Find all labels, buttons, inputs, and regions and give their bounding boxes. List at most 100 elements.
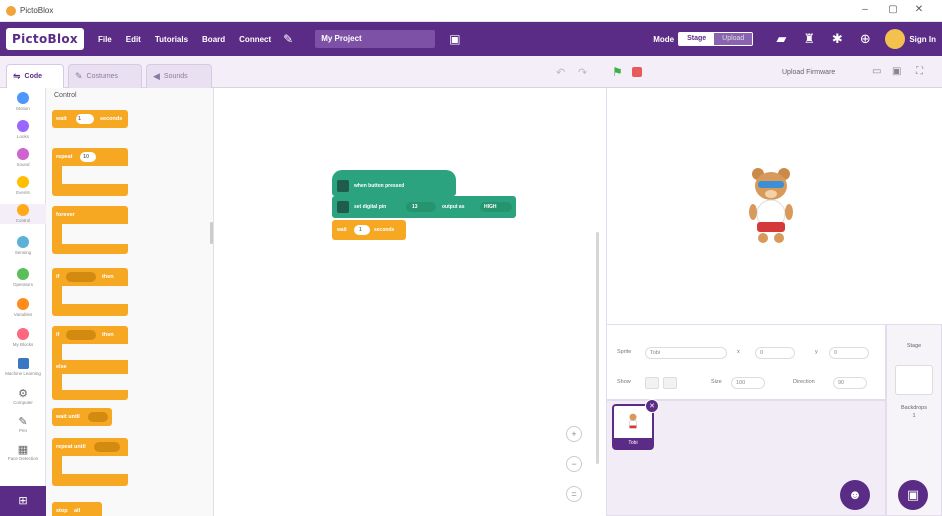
condition-slot[interactable] xyxy=(94,442,120,452)
menu-board[interactable]: Board xyxy=(202,35,225,44)
fullscreen-icon[interactable]: ⛶ xyxy=(916,66,923,77)
pen-icon[interactable]: ✎ xyxy=(283,32,293,46)
block-value: 1 xyxy=(78,116,82,122)
block-repeat-until[interactable]: repeat until xyxy=(52,438,128,486)
avatar xyxy=(885,29,906,49)
machine-learning-icon xyxy=(17,358,29,369)
menu-tutorials[interactable]: Tutorials xyxy=(155,35,188,44)
save-icon[interactable]: ▣ xyxy=(449,32,460,46)
sprite-name-label: Sprite xyxy=(617,349,632,355)
zoom-in-button[interactable]: + xyxy=(566,426,582,442)
redo-icon[interactable]: ↷ xyxy=(578,66,587,79)
maximize-button[interactable]: ▢ xyxy=(886,4,900,15)
category-my-blocks[interactable]: My Blocks xyxy=(0,328,46,348)
sprite-thumbnail[interactable]: Tobi ✕ xyxy=(612,399,659,450)
script-set-pin-block[interactable]: set digital pin 13 output as HIGH xyxy=(332,196,516,218)
stop-icon[interactable] xyxy=(632,67,642,77)
close-button[interactable]: ✕ xyxy=(912,4,926,15)
sprite-name-input[interactable]: Tobi xyxy=(645,347,727,359)
category-dot xyxy=(17,298,29,310)
extension-icon: ⊞ xyxy=(18,495,28,507)
menu-connect[interactable]: Connect xyxy=(239,35,271,44)
zoom-reset-button[interactable]: = xyxy=(566,486,582,502)
menu-file[interactable]: File xyxy=(98,35,112,44)
category-looks[interactable]: Looks xyxy=(0,120,46,140)
category-dot xyxy=(17,148,29,160)
y-label: y xyxy=(815,349,818,355)
tab-sounds[interactable]: ◀ Sounds xyxy=(146,64,212,88)
x-input[interactable]: 0 xyxy=(755,347,795,359)
category-face-detection[interactable]: ▦ Face Detection xyxy=(0,444,46,462)
large-stage-icon[interactable]: ▣ xyxy=(892,66,901,77)
size-input[interactable]: 100 xyxy=(731,377,765,389)
script-hat-block[interactable]: when button pressed xyxy=(332,170,456,196)
tab-code[interactable]: ⇋ Code xyxy=(6,64,64,88)
category-pen[interactable]: ✎ Pen xyxy=(0,416,46,434)
category-label: Events xyxy=(16,190,30,195)
bear-icon[interactable]: ♜ xyxy=(801,31,817,47)
globe-icon[interactable]: ⊕ xyxy=(857,31,873,47)
add-backdrop-button[interactable]: ▣ xyxy=(898,480,928,510)
mode-toggle[interactable]: Stage Upload xyxy=(678,32,754,46)
add-extension-button[interactable]: ⊞ xyxy=(0,486,46,516)
y-input[interactable]: 0 xyxy=(829,347,869,359)
block-label: forever xyxy=(56,212,75,218)
category-events[interactable]: Events xyxy=(0,176,46,196)
mode-stage-option[interactable]: Stage xyxy=(679,33,715,45)
editor-tab-row: ⇋ Code ✎ Costumes ◀ Sounds ↶ ↷ ⚑ Upload … xyxy=(0,56,942,88)
tobi-sprite[interactable] xyxy=(746,164,796,244)
block-slot xyxy=(62,224,128,244)
zoom-out-button[interactable]: − xyxy=(566,456,582,472)
palette-resize-handle[interactable] xyxy=(210,222,213,244)
category-variables[interactable]: Variables xyxy=(0,298,46,318)
block-suffix: seconds xyxy=(374,227,395,233)
project-name-input[interactable]: My Project xyxy=(315,30,436,48)
pin-dropdown[interactable] xyxy=(406,202,436,212)
block-if-else[interactable]: if then else xyxy=(52,326,128,400)
tab-costumes[interactable]: ✎ Costumes xyxy=(68,64,142,88)
category-label: Variables xyxy=(13,312,33,317)
category-dot xyxy=(17,92,29,104)
block-wait-until[interactable]: wait until xyxy=(52,408,112,426)
block-value: 1 xyxy=(359,227,362,233)
upload-firmware-button[interactable]: Upload Firmware xyxy=(782,69,835,76)
minimize-button[interactable]: – xyxy=(858,4,872,15)
menu-edit[interactable]: Edit xyxy=(126,35,141,44)
add-sprite-button[interactable]: ☻ xyxy=(840,480,870,510)
block-repeat[interactable]: repeat 10 xyxy=(52,148,128,196)
hide-button[interactable] xyxy=(663,377,677,389)
category-machine-learning[interactable]: Machine Learning xyxy=(0,358,46,377)
show-visible-button[interactable] xyxy=(645,377,659,389)
chat-icon[interactable]: ▰ xyxy=(773,31,789,47)
category-sensing[interactable]: Sensing xyxy=(0,236,46,256)
backdrop-add-icon: ▣ xyxy=(906,487,920,502)
category-sound[interactable]: Sound xyxy=(0,148,46,168)
category-computer[interactable]: ⚙ Computer xyxy=(0,388,46,406)
category-motion[interactable]: Motion xyxy=(0,92,46,112)
script-wait-block[interactable]: wait 1 seconds xyxy=(332,220,406,240)
category-operators[interactable]: Operators xyxy=(0,268,46,288)
mode-upload-option[interactable]: Upload xyxy=(714,33,753,45)
condition-slot[interactable] xyxy=(88,412,108,422)
category-control[interactable]: Control xyxy=(0,204,46,224)
block-else-label: else xyxy=(56,364,67,370)
block-wait[interactable]: wait 1 seconds xyxy=(52,110,128,128)
green-flag-icon[interactable]: ⚑ xyxy=(612,65,623,79)
stage-thumbnail[interactable] xyxy=(895,365,933,395)
category-label: Control xyxy=(15,218,31,223)
gear-icon[interactable]: ✱ xyxy=(829,31,845,47)
undo-icon[interactable]: ↶ xyxy=(556,66,565,79)
block-if-then[interactable]: if then xyxy=(52,268,128,316)
script-area[interactable]: when button pressed set digital pin 13 o… xyxy=(214,88,602,516)
block-forever[interactable]: forever xyxy=(52,206,128,254)
block-label: repeat until xyxy=(56,444,86,450)
condition-slot[interactable] xyxy=(66,272,96,282)
small-stage-icon[interactable]: ▭ xyxy=(872,66,881,77)
script-scrollbar[interactable] xyxy=(596,232,599,464)
delete-sprite-button[interactable]: ✕ xyxy=(645,399,659,413)
block-input[interactable] xyxy=(354,225,370,235)
condition-slot[interactable] xyxy=(66,330,96,340)
sign-in-button[interactable]: Sign In xyxy=(885,29,936,49)
direction-input[interactable]: 90 xyxy=(833,377,867,389)
block-stop[interactable]: stop all xyxy=(52,502,102,516)
